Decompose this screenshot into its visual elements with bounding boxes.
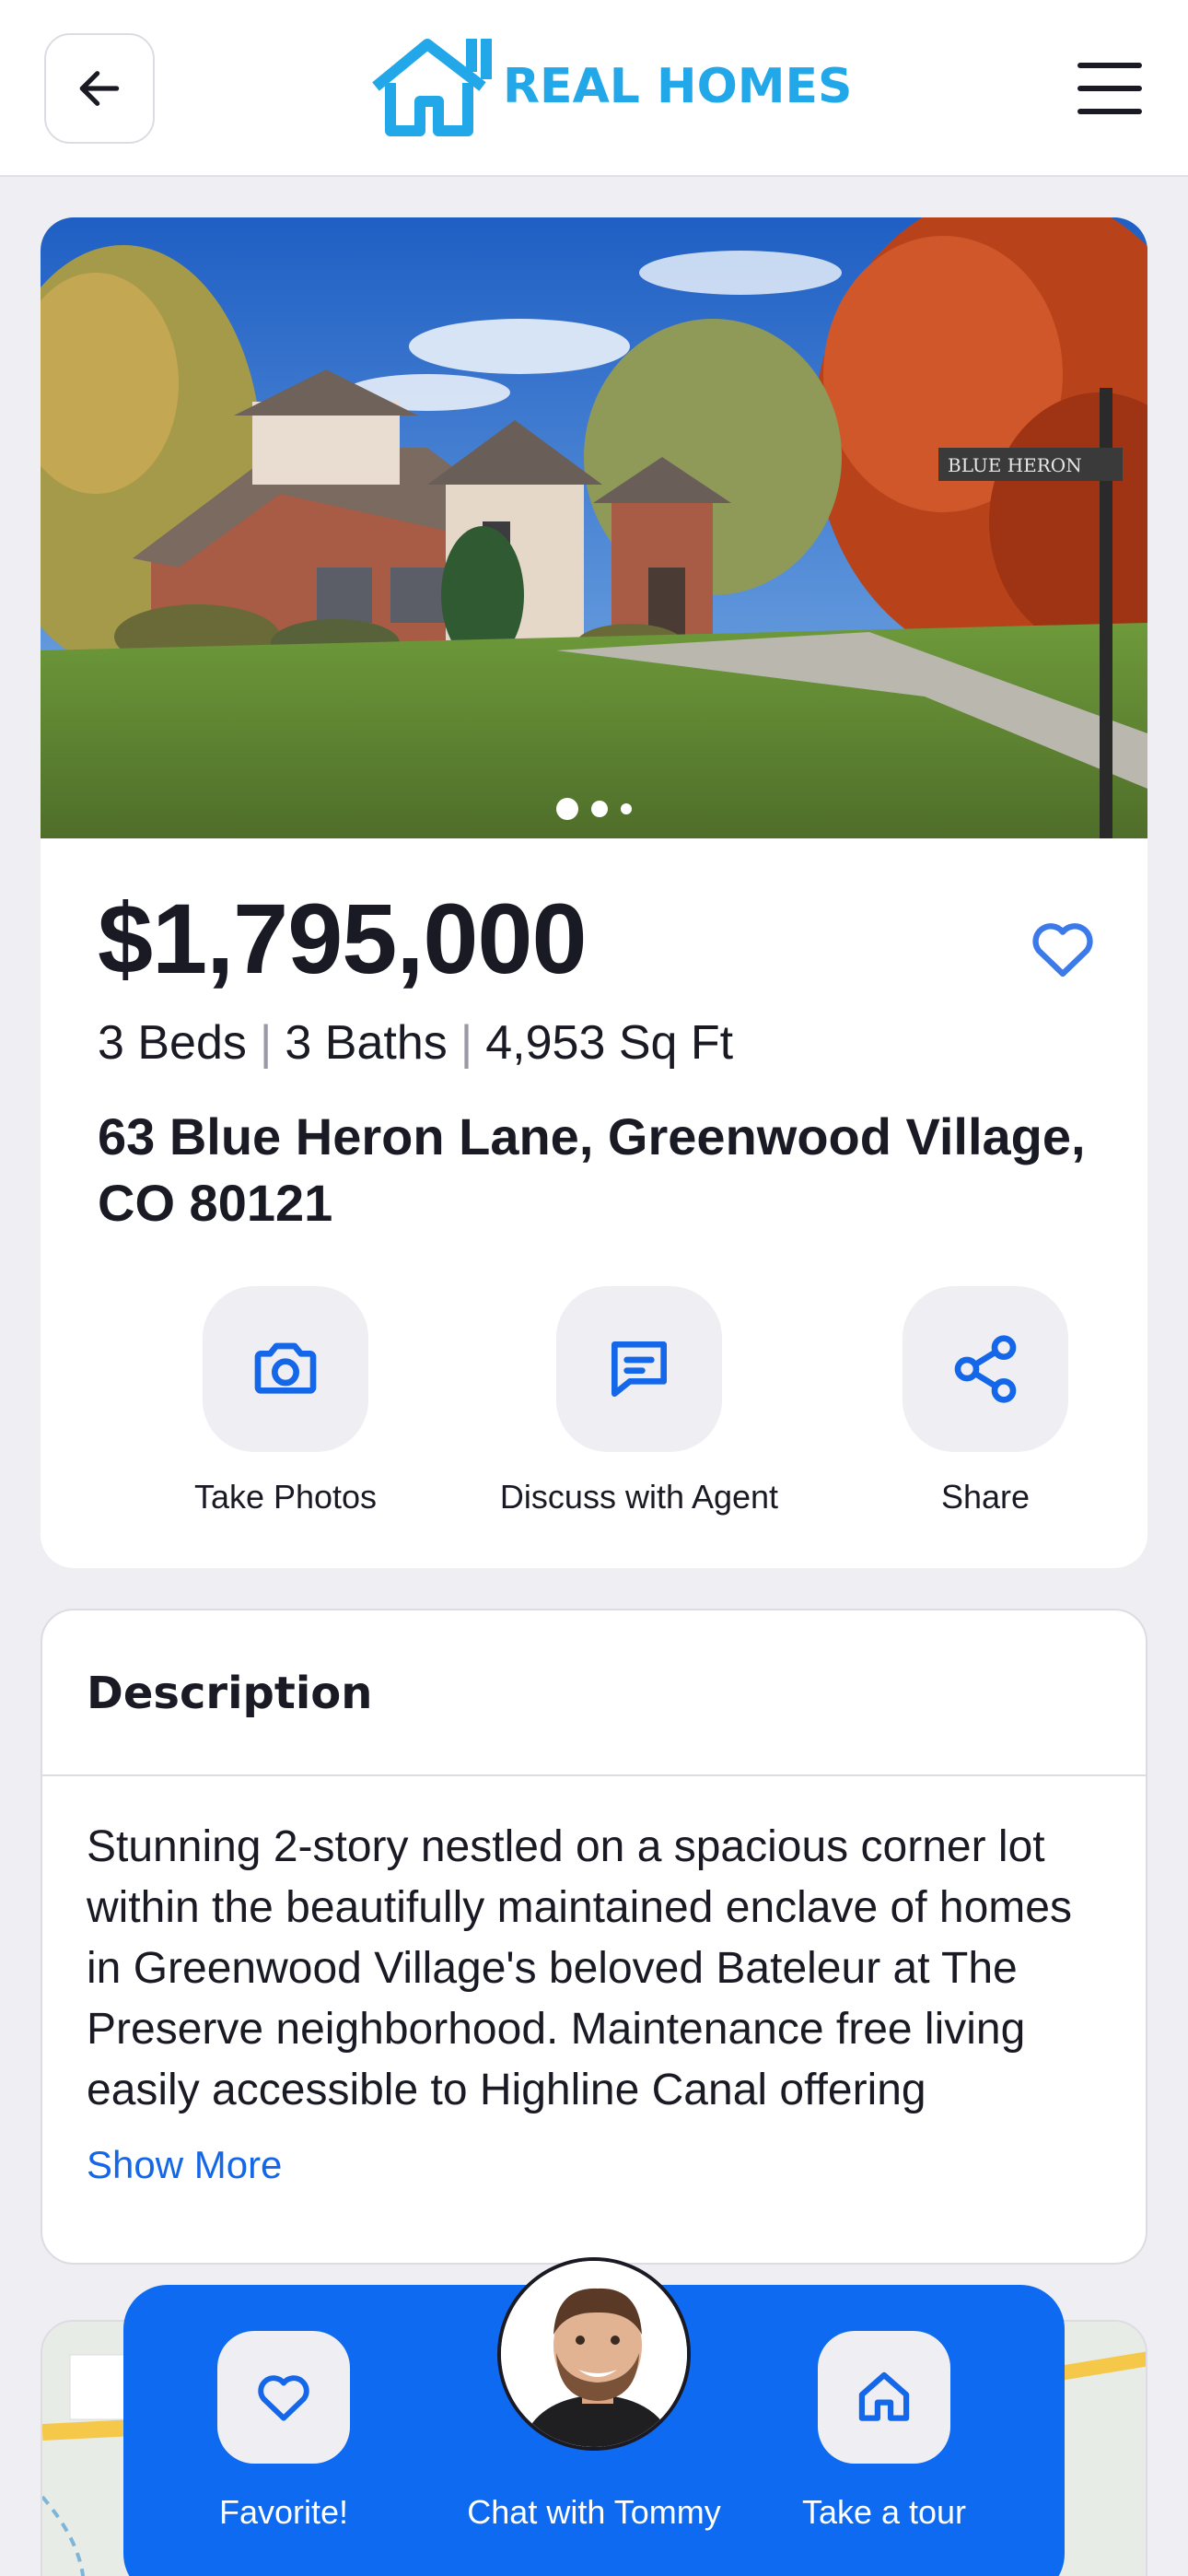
chat-agent-label[interactable]: Chat with Tommy: [410, 2493, 778, 2532]
carousel-dot-active[interactable]: [556, 798, 578, 820]
heart-icon: [258, 2375, 309, 2421]
logo[interactable]: REAL HOMES: [368, 35, 853, 138]
share-label: Share: [940, 1478, 1031, 1516]
listing-photo: BLUE HERON: [41, 217, 1147, 838]
divider: [42, 1774, 1146, 1776]
home-icon: [858, 2371, 910, 2421]
share-icon: [954, 1335, 1017, 1403]
heart-icon: [1032, 923, 1093, 978]
discuss-agent-button[interactable]: [556, 1286, 722, 1452]
favorite-bar-button[interactable]: [217, 2331, 350, 2464]
spec-separator: |: [259, 1016, 273, 1070]
camera-icon: [254, 1342, 317, 1394]
baths-count: 3 Baths: [285, 1016, 448, 1070]
discuss-agent-label: Discuss with Agent: [499, 1478, 779, 1516]
listing-address: 63 Blue Heron Lane, Greenwood Village, C…: [98, 1107, 1086, 1232]
favorite-button[interactable]: [1020, 907, 1105, 991]
discuss-agent-action[interactable]: Discuss with Agent: [492, 1286, 786, 1516]
carousel-indicator[interactable]: [41, 798, 1147, 820]
app-header: REAL HOMES: [0, 0, 1188, 177]
take-tour-label: Take a tour: [801, 2493, 967, 2531]
agent-avatar[interactable]: [497, 2257, 691, 2451]
description-title: Description: [87, 1668, 373, 1719]
carousel-dot[interactable]: [591, 801, 608, 817]
house-logo-icon: [372, 39, 492, 136]
take-tour-button[interactable]: [818, 2331, 950, 2464]
listing-specs: 3 Beds | 3 Baths | 4,953 Sq Ft: [98, 1015, 733, 1071]
menu-line: [1077, 63, 1142, 68]
agent-photo: [501, 2261, 687, 2447]
message-icon: [611, 1341, 667, 1397]
menu-line: [1077, 86, 1142, 91]
take-tour-action[interactable]: Take a tour: [746, 2331, 1022, 2532]
beds-count: 3 Beds: [98, 1016, 247, 1070]
share-action[interactable]: Share: [838, 1286, 1133, 1516]
take-photos-label: Take Photos: [193, 1478, 378, 1516]
carousel-dot[interactable]: [621, 803, 632, 814]
favorite-label: Favorite!: [218, 2493, 349, 2531]
description-text: Stunning 2-story nestled on a spacious c…: [87, 1822, 1072, 2114]
menu-button[interactable]: [1077, 63, 1142, 114]
listing-price: $1,795,000: [98, 883, 588, 994]
back-button[interactable]: [44, 33, 155, 144]
menu-line: [1077, 109, 1142, 114]
street-sign-text: BLUE HERON: [948, 454, 1082, 476]
spec-separator: |: [460, 1016, 473, 1070]
description-card: Description Stunning 2-story nestled on …: [41, 1609, 1147, 2265]
share-button[interactable]: [903, 1286, 1068, 1452]
listing-photo-carousel[interactable]: BLUE HERON: [41, 217, 1147, 838]
square-footage: 4,953 Sq Ft: [485, 1016, 734, 1070]
favorite-action[interactable]: Favorite!: [146, 2331, 422, 2532]
listing-card: BLUE HERON $1,795,000 3 Beds | 3 Baths |…: [41, 217, 1147, 1568]
show-more-link[interactable]: Show More: [87, 2143, 282, 2187]
take-photos-button[interactable]: [203, 1286, 368, 1452]
logo-text: REAL HOMES: [503, 59, 853, 114]
arrow-left-icon: [79, 71, 120, 106]
take-photos-action[interactable]: Take Photos: [138, 1286, 433, 1516]
